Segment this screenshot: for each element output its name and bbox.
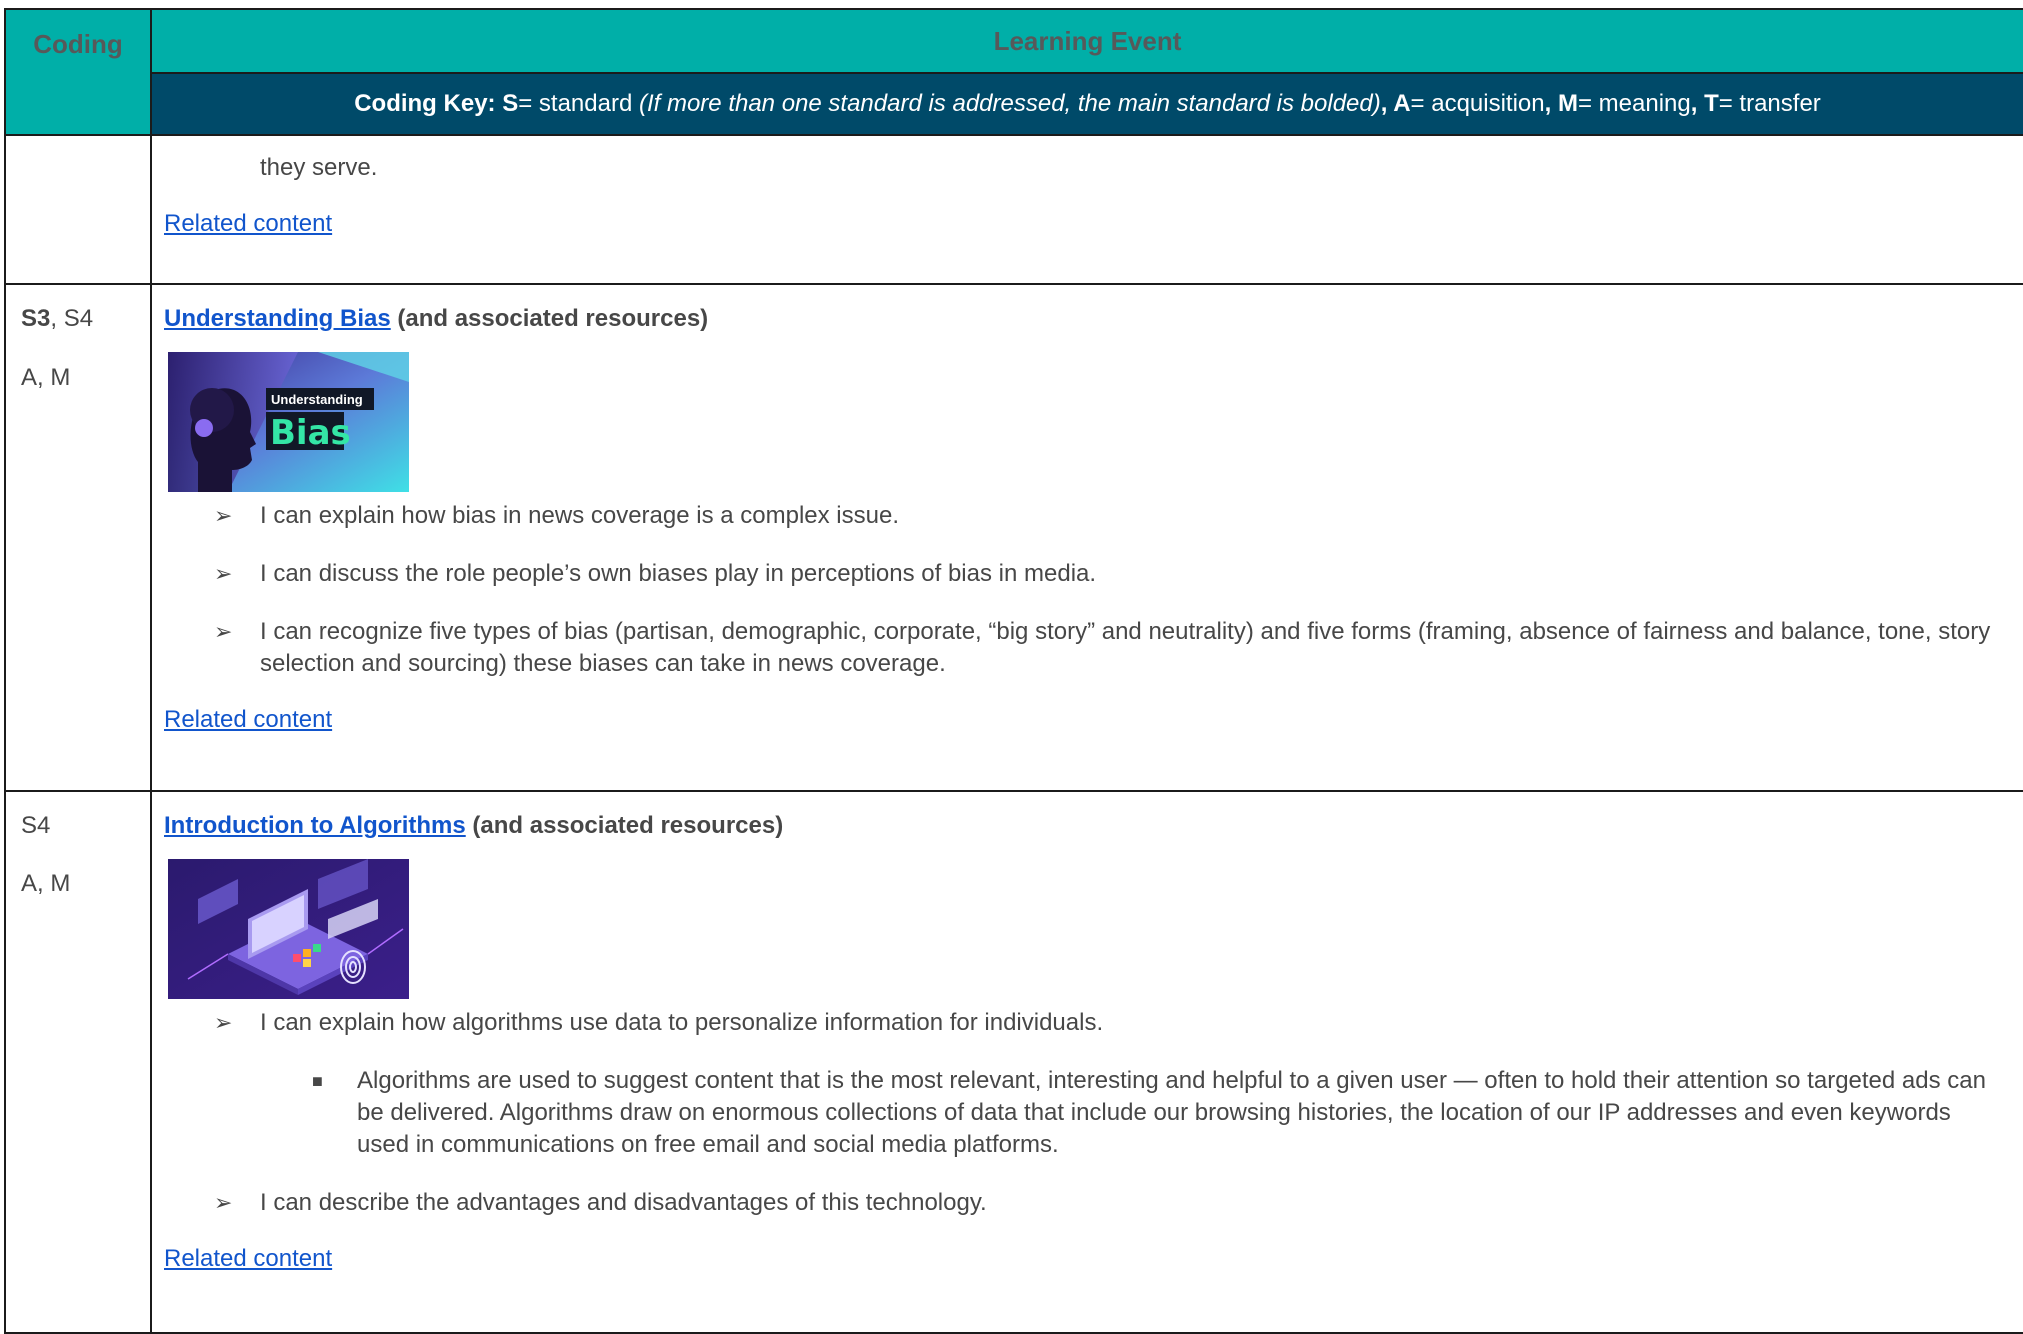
square-bullet-icon: ■ [312,1071,323,1091]
lesson-thumbnail[interactable] [168,859,409,999]
lesson-thumbnail[interactable]: Understanding Bias [168,352,409,492]
learning-event-column-header: Learning Event [150,8,2023,74]
related-content-link[interactable]: Related content [164,1245,332,1272]
primary-standard: S3 [21,305,51,332]
learning-event-cell: Introduction to Algorithms (and associat… [150,790,2023,1334]
standards-code: S3, S4 [21,305,150,333]
key-t-text: = transfer [1718,90,1821,117]
key-a-letter: A [1393,90,1411,117]
learning-event-header-label: Learning Event [993,25,1182,56]
lesson-title: Understanding Bias (and associated resou… [164,305,2003,333]
key-m-text: = meaning [1577,90,1691,117]
learning-event-cell: Understanding Bias (and associated resou… [150,283,2023,792]
key-t-sep: , [1690,90,1705,117]
learning-event-cell: they serve. Related content [150,134,2023,285]
continued-text: they serve. [260,154,378,181]
related-content-link[interactable]: Related content [164,210,332,237]
lesson-title-link[interactable]: Understanding Bias [164,305,391,332]
coding-key-row: Coding Key: S= standard (If more than on… [5,72,2023,136]
lesson-title: Introduction to Algorithms (and associat… [164,812,2003,840]
learning-events-table: Coding Learning Event Coding Key: S= sta… [4,8,2023,1334]
aspects-code: A, M [21,364,71,391]
key-s-text: = standard [518,90,639,117]
arrow-bullet-icon: ➢ [214,503,233,528]
key-a-text: = acquisition [1410,90,1545,117]
key-m-letter: M [1557,90,1578,117]
list-item: ➢ I can recognize five types of bias (par… [214,618,1991,677]
list-item: ➢ I can discuss the role people’s own bia… [164,558,2003,590]
secondary-standards: , S4 [50,305,94,332]
lesson-title-suffix: (and associated resources) [465,812,784,839]
sub-list-item: ■ Algorithms are used to suggest content … [312,1067,1986,1158]
thumbnail-title-small: Understanding [271,392,363,407]
arrow-bullet-icon: ➢ [214,561,233,586]
coding-column-header: Coding [4,8,152,136]
arrow-bullet-icon: ➢ [214,1010,233,1035]
related-content-link[interactable]: Related content [164,706,332,733]
key-s-letter: S [502,90,519,117]
aspects-code: A, M [21,870,71,897]
understanding-bias-thumbnail-image: Understanding Bias [168,352,409,492]
standards-code: S4 [21,812,51,839]
algorithms-thumbnail-image [168,859,409,999]
lesson-title-link[interactable]: Introduction to Algorithms [164,812,466,839]
coding-header-label: Coding [33,29,123,59]
list-item: ➢ I can explain how algorithms use data t… [164,1007,2003,1039]
key-a-sep: , [1380,90,1394,117]
document-page: Coding Learning Event Coding Key: S= sta… [0,0,2023,1334]
coding-key: Coding Key: S= standard (If more than on… [150,72,2023,136]
coding-cell [4,134,152,285]
key-t-letter: T [1704,90,1719,117]
key-s-note: (If more than one standard is addressed,… [638,90,1381,117]
table-row: they serve. Related content [4,134,2023,285]
key-m-sep: , [1544,90,1558,117]
arrow-bullet-icon: ➢ [214,1190,233,1215]
list-item: ➢ I can describe the advantages and disad… [164,1187,2003,1219]
arrow-bullet-icon: ➢ [214,619,233,644]
coding-key-label: Coding Key: [354,90,496,117]
lesson-title-suffix: (and associated resources) [390,305,709,332]
thumbnail-title-big: Bias [270,413,351,453]
coding-cell: S3, S4 A, M [4,283,152,792]
header-row: Coding Learning Event [4,8,2023,136]
coding-cell: S4 A, M [4,790,152,1334]
table-row: S3, S4 A, M Understanding Bias (and asso… [4,283,2023,792]
table-row: S4 A, M Introduction to Algorithms (and … [4,790,2023,1334]
list-item: ➢ I can explain how bias in news coverage… [164,500,2003,532]
